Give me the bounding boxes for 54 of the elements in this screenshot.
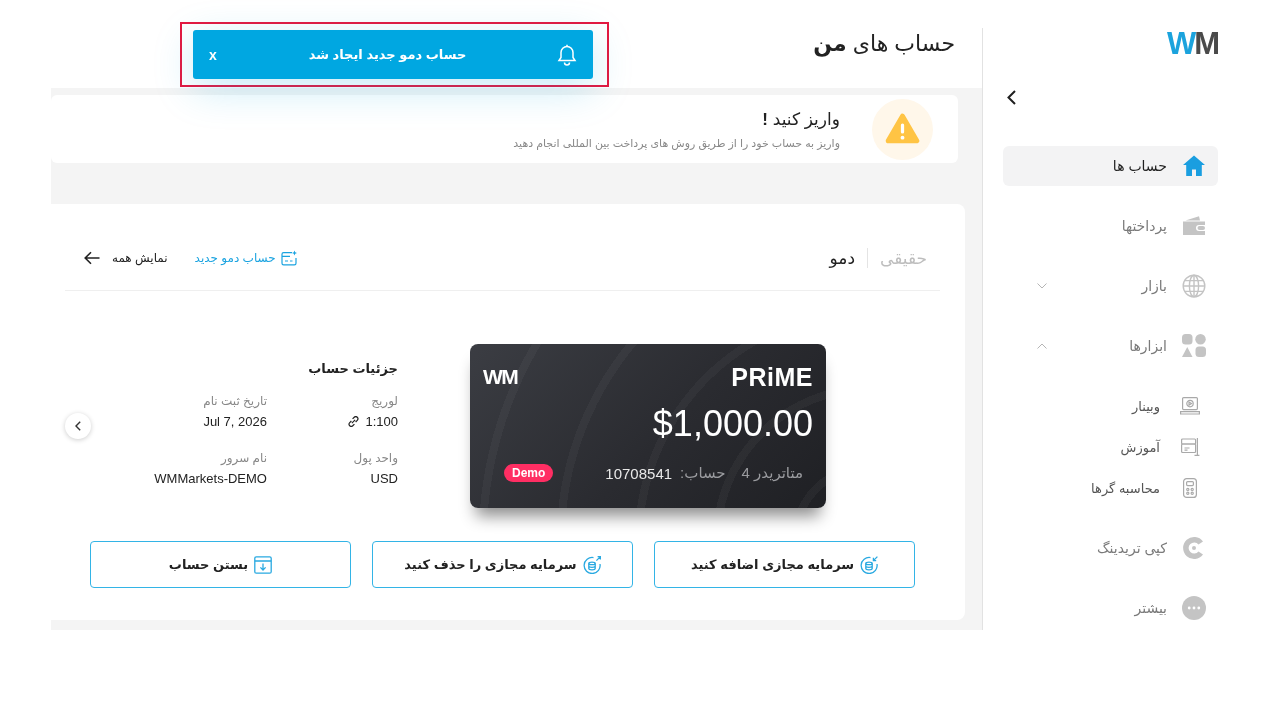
nav-item[interactable]: پرداختها [1003,206,1218,246]
chevron-left-icon [75,421,81,431]
wallet-icon [1182,214,1206,238]
shapes-icon [1182,334,1206,358]
field-label: تاریخ ثبت نام [202,394,267,408]
calculator-icon [1180,478,1200,498]
arrow-left-icon [84,251,100,265]
field-value: USD [370,471,398,486]
account-type-tab[interactable]: دمو [829,247,855,269]
account-number: 10708541 [605,464,673,482]
link-icon [348,416,360,427]
banner-message: واریز به حساب خود را از طریق روش های پرداخت بین المللی انجام دهید [513,136,840,150]
globe-icon [1182,274,1206,298]
account-label: حساب: [680,464,726,482]
coins-arrow-in-icon [860,555,879,574]
card-brand: PRiME [731,362,813,392]
nav-item[interactable]: بازار [1003,266,1218,306]
nav-subitem[interactable]: آموزش [1003,432,1218,462]
home-icon [1182,154,1206,178]
nav-item[interactable]: بیشتر [1003,588,1218,628]
page-title: حساب های من [813,31,955,57]
chevron-left-icon [1006,89,1016,105]
field-value: WMMarkets-DEMO [154,471,267,486]
card-sparkle-icon [280,250,297,266]
field-label: واحد پول [352,451,398,465]
show-all-link[interactable]: نمایش همه [84,251,168,265]
action-button[interactable]: بستن حساب [90,541,351,588]
nav-item[interactable]: ابزارها [1003,326,1218,366]
banner-title: واریز کنید ! [761,108,840,130]
more-icon [1182,596,1206,620]
notification-message: حساب دمو جدید ایجاد شد [307,47,468,62]
action-button[interactable]: سرمایه مجازی اضافه کنید [654,541,915,588]
platform-name: متاتریدر 4 [741,464,803,482]
board-icon [1180,437,1200,457]
account-balance: $1,000.00 [651,402,813,446]
field-value: 1:100 [365,414,398,429]
details-title: جزئیات حساب [307,360,398,378]
box-arrow-down-icon [254,555,273,574]
demo-badge: Demo [504,464,554,482]
nav-item[interactable]: حساب ها [1003,146,1218,186]
field-label: لوریج [370,394,398,408]
previous-button[interactable] [65,413,91,439]
bell-icon [557,43,577,66]
nav-subitem[interactable]: وبینار [1003,391,1218,421]
nav-subitem[interactable]: محاسبه گرها [1003,473,1218,503]
field-value: Jul 7, 2026 [203,414,267,429]
nav-item[interactable]: کپی تریدینگ [1003,528,1218,568]
coins-arrow-out-icon [582,555,601,574]
warning-icon [872,98,933,160]
card-logo: WM [483,365,518,389]
action-button[interactable]: سرمایه مجازی را حذف کنید [372,541,633,588]
laptop-play-icon [1180,396,1200,416]
logo[interactable]: WM [1166,30,1218,58]
field-label: نام سرور [219,451,267,465]
